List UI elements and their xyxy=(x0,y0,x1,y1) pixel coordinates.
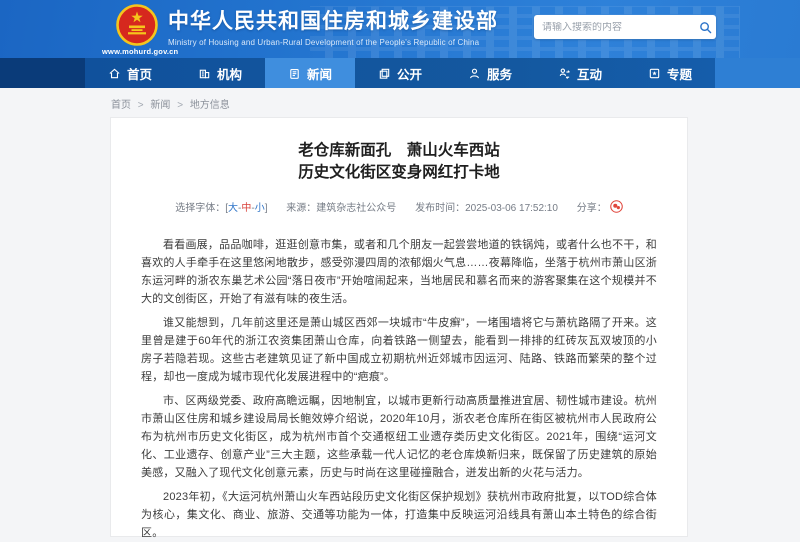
publish-group: 发布时间：2025-03-06 17:52:10 xyxy=(415,203,561,214)
disclosure-icon xyxy=(378,67,391,80)
breadcrumb: 首页 > 新闻 > 地方信息 xyxy=(111,96,230,111)
nav-item-interaction[interactable]: 互动 xyxy=(535,58,625,88)
national-emblem-icon xyxy=(116,4,158,46)
interaction-icon xyxy=(558,67,571,80)
source-label: 来源： xyxy=(286,203,316,214)
site-subtitle: Ministry of Housing and Urban-Rural Deve… xyxy=(168,38,498,47)
main-nav: 首页 机构 新闻 公开 服务 xyxy=(0,58,800,88)
nav-item-home[interactable]: 首页 xyxy=(85,58,175,88)
main-nav-items: 首页 机构 新闻 公开 服务 xyxy=(85,58,715,88)
nav-item-service[interactable]: 服务 xyxy=(445,58,535,88)
font-select-label: 选择字体： xyxy=(175,203,225,214)
site-titles: 中华人民共和国住房和城乡建设部 Ministry of Housing and … xyxy=(168,9,498,47)
article-title-line1: 老仓库新面孔 萧山火车西站 xyxy=(298,142,500,159)
nav-item-label: 机构 xyxy=(217,64,242,83)
topics-icon xyxy=(648,67,661,80)
nav-item-org[interactable]: 机构 xyxy=(175,58,265,88)
share-group: 分享： xyxy=(577,203,623,214)
site-title: 中华人民共和国住房和城乡建设部 xyxy=(168,9,498,35)
breadcrumb-home[interactable]: 首页 xyxy=(111,100,131,111)
nav-item-label: 互动 xyxy=(577,64,602,83)
site-header: www.mohurd.gov.cn 中华人民共和国住房和城乡建设部 Minist… xyxy=(0,0,800,58)
article-paragraph: 市、区两级党委、政府高瞻远瞩，因地制宜，以城市更新行动高质量推进宜居、韧性城市建… xyxy=(141,392,657,482)
article-meta: 选择字体：[大-中-小] 来源：建筑杂志社公众号 发布时间：2025-03-06… xyxy=(141,199,657,214)
search-box xyxy=(534,15,716,39)
share-label: 分享： xyxy=(577,203,607,214)
publish-label: 发布时间： xyxy=(415,203,465,214)
article-card: 老仓库新面孔 萧山火车西站 历史文化街区变身网红打卡地 选择字体：[大-中-小]… xyxy=(110,117,688,537)
breadcrumb-current: 地方信息 xyxy=(190,100,230,111)
article-title: 老仓库新面孔 萧山火车西站 历史文化街区变身网红打卡地 xyxy=(141,140,657,184)
nav-item-label: 首页 xyxy=(127,64,152,83)
nav-item-label: 专题 xyxy=(667,64,692,83)
site-logo[interactable]: www.mohurd.gov.cn xyxy=(102,4,172,58)
wechat-share-icon[interactable] xyxy=(610,200,623,213)
font-size-medium[interactable]: 中 xyxy=(241,203,251,214)
magnifier-icon xyxy=(699,21,712,34)
font-size-large[interactable]: 大 xyxy=(228,203,238,214)
source-group: 来源：建筑杂志社公众号 xyxy=(286,203,399,214)
organization-icon xyxy=(198,67,211,80)
article-title-line2: 历史文化街区变身网红打卡地 xyxy=(298,164,500,181)
source-value: 建筑杂志社公众号 xyxy=(316,203,396,214)
news-icon xyxy=(288,67,301,80)
article-paragraph: 看看画展，品品咖啡，逛逛创意市集，或者和几个朋友一起尝尝地道的铁锅炖，或者什么也… xyxy=(141,236,657,308)
font-select-group: 选择字体：[大-中-小] xyxy=(175,203,270,214)
home-icon xyxy=(108,67,121,80)
search-button[interactable] xyxy=(694,15,716,39)
nav-item-label: 新闻 xyxy=(307,64,332,83)
nav-item-topics[interactable]: 专题 xyxy=(625,58,715,88)
article-paragraph: 谁又能想到，几年前这里还是萧山城区西郊一块城市“牛皮癣”，一堵围墙将它与萧杭路隔… xyxy=(141,314,657,386)
nav-item-disclosure[interactable]: 公开 xyxy=(355,58,445,88)
nav-item-label: 服务 xyxy=(487,64,512,83)
site-url: www.mohurd.gov.cn xyxy=(102,47,172,56)
breadcrumb-news[interactable]: 新闻 xyxy=(150,100,170,111)
publish-time: 2025-03-06 17:52:10 xyxy=(465,203,558,214)
breadcrumb-separator: > xyxy=(138,100,144,111)
nav-item-label: 公开 xyxy=(397,64,422,83)
nav-item-news[interactable]: 新闻 xyxy=(265,58,355,88)
article-paragraph: 2023年初，《大运河杭州萧山火车西站段历史文化街区保护规划》获杭州市政府批复，… xyxy=(141,488,657,542)
service-icon xyxy=(468,67,481,80)
breadcrumb-separator: > xyxy=(177,100,183,111)
bracket-close: ] xyxy=(265,203,268,214)
article-body: 看看画展，品品咖啡，逛逛创意市集，或者和几个朋友一起尝尝地道的铁锅炖，或者什么也… xyxy=(141,236,657,542)
font-size-small[interactable]: 小 xyxy=(255,203,265,214)
search-input[interactable] xyxy=(534,22,694,33)
